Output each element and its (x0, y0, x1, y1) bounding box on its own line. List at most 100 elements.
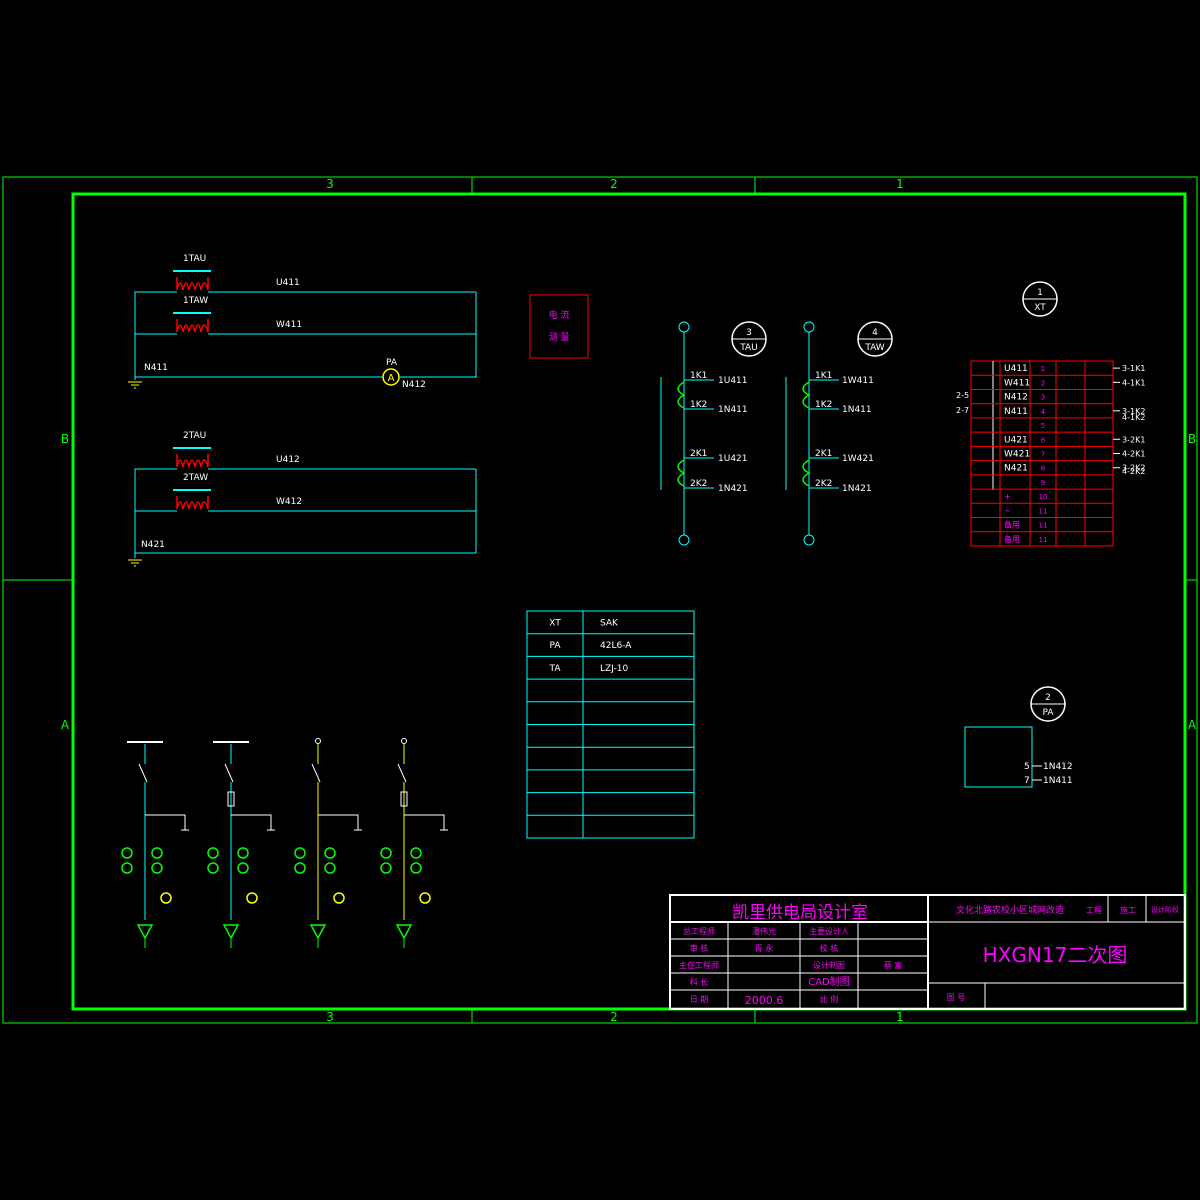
col-label-2-bottom: 2 (610, 1010, 618, 1024)
taw-bubble-name: TAW (864, 343, 884, 353)
col-label-3-top: 3 (326, 177, 334, 191)
ct-coil-1taw (176, 319, 209, 333)
xt-row-wire: N411 (1004, 407, 1028, 417)
tau-wire-1u411: 1U411 (718, 376, 748, 386)
stage-note: 设计阶段 (1151, 905, 1179, 914)
col-label-1-bottom: 1 (896, 1010, 904, 1024)
title-row-label-left: 科 长 (690, 977, 709, 987)
measure-box (529, 294, 589, 359)
ammeter-symbol: A (388, 373, 395, 384)
tau-bubble-name: TAU (739, 343, 758, 353)
tau-wire-1u421: 1U421 (718, 454, 748, 464)
meter-label-pa: PA (386, 358, 398, 368)
wire-label-n412: N412 (402, 380, 426, 390)
xt-row-num: 11 (1039, 507, 1048, 515)
xt-row-num: 8 (1041, 465, 1045, 473)
xt-row-num: 6 (1041, 436, 1046, 444)
col-label-1-top: 1 (896, 177, 904, 191)
tau-term-2k1: 2K1 (690, 449, 707, 459)
circuit-2: 2TAU 2TAW U412 W412 N421 (128, 431, 477, 567)
tau-term-1k2: 1K2 (690, 400, 707, 410)
xt-row-num: 11 (1039, 522, 1048, 530)
xt-left-ref-2: 2-7 (956, 406, 969, 415)
taw-bubble-num: 4 (872, 328, 878, 338)
device-table-code: XT (549, 618, 561, 628)
title-row-label-left: 日 期 (690, 995, 709, 1004)
tau-term-1k1: 1K1 (690, 371, 707, 381)
terminal-block: U411 1 3-1K1W411 2 4-1K1N412 3N411 4 3-1K25U421… (970, 360, 1145, 547)
company-name: 凯里供电局设计室 (732, 903, 868, 923)
tau-wire-1n411: 1N411 (718, 405, 748, 415)
xt-row-out: 3-1K1 (1122, 364, 1145, 373)
drawing-no-label: 图 号 (947, 993, 966, 1002)
title-row-label-right: CAD制图 (808, 975, 850, 988)
tau-wire-1n421: 1N421 (718, 484, 748, 494)
xt-row-out: 4-1K1 (1122, 378, 1145, 387)
measure-box-line1: 电 流 (549, 309, 570, 321)
taw-term-1k2: 1K2 (815, 400, 832, 410)
taw-wire-1n411: 1N411 (842, 405, 872, 415)
pa-term-5: 5 (1024, 762, 1030, 772)
title-row-value-left: 潘伟光 (752, 926, 776, 936)
tau-device: 3 TAU 1K1 1K2 2K1 2K2 1U411 1N411 1U421 … (660, 321, 767, 546)
project-name: 文化北路农校小区城网改造 (956, 904, 1064, 916)
circuit-1: A 1TAU 1TAW U411 W411 N411 PA N412 (128, 254, 477, 390)
feeder-4 (380, 738, 448, 948)
device-table-model: SAK (600, 618, 619, 628)
xt-row-wire: U421 (1004, 435, 1028, 445)
pa-term-7: 7 (1024, 776, 1030, 786)
xt-row-wire: N412 (1004, 393, 1028, 403)
tau-term-2k2: 2K2 (690, 479, 707, 489)
title-row-label-right: 主要设计人 (809, 926, 849, 936)
title-row-value-right: 蔡 富 (884, 960, 903, 970)
xt-row-num: 9 (1041, 479, 1045, 487)
xt-row-wire: 备用 (1004, 534, 1020, 544)
xt-row-wire: W411 (1004, 378, 1030, 388)
device-table: XT SAK PA 42L6-A TA LZJ-10 (526, 610, 695, 839)
xt-row-wire: 备用 (1004, 520, 1020, 530)
wire-label-n421: N421 (141, 540, 165, 550)
title-row-label-left: 审 核 (690, 943, 709, 953)
title-row-value-left: 胥 永 (755, 943, 774, 953)
tau-bubble-num: 3 (746, 328, 752, 338)
ct-label-1tau: 1TAU (183, 254, 206, 264)
taw-device: 4 TAW 1K1 1K2 2K1 2K2 1W411 1N411 1W421 … (785, 321, 893, 546)
drawing-canvas: 3 2 1 3 2 1 B A B A A 1TAU 1TAW U411 W41… (2, 176, 1198, 1024)
xt-row-wire: U411 (1004, 364, 1028, 374)
title-block: 凯里供电局设计室 文化北路农校小区城网改造 工程 施工 设计阶段 HXGN17二… (669, 894, 1186, 1010)
title-row-label-right: 比 例 (820, 994, 839, 1004)
title-row-label-left: 主任工程师 (679, 960, 719, 970)
xt-row-num: 7 (1041, 451, 1045, 459)
ct-coil-2taw (176, 496, 209, 510)
xt-bubble-name: XT (1034, 303, 1046, 313)
xt-row-num: 5 (1041, 422, 1045, 430)
title-row-label-right: 校 核 (820, 943, 839, 953)
xt-row-num: 3 (1041, 394, 1045, 402)
ct-coil-2tau (176, 454, 209, 468)
xt-row-num: 10 (1039, 493, 1048, 501)
xt-row-out: 3-2K1 (1122, 435, 1145, 444)
taw-term-2k2: 2K2 (815, 479, 832, 489)
xt-row-wire: + (1004, 492, 1011, 501)
ct-coil-1tau (176, 277, 209, 291)
taw-term-2k1: 2K1 (815, 449, 832, 459)
feeder-3 (294, 738, 362, 948)
device-table-model: 42L6-A (600, 641, 632, 651)
inner-frame (71, 192, 1187, 1011)
pa-bubble-num: 2 (1045, 693, 1051, 703)
xt-left-ref-1: 2-5 (956, 391, 969, 400)
taw-wire-1w411: 1W411 (842, 376, 874, 386)
wire-label-n411: N411 (144, 363, 168, 373)
xt-row-num: 1 (1041, 365, 1045, 373)
title-row-label-left: 总工程师 (683, 926, 715, 936)
ct-label-2tau: 2TAU (183, 431, 206, 441)
ct-label-2taw: 2TAW (183, 473, 208, 483)
taw-term-1k1: 1K1 (815, 371, 832, 381)
pa-box (964, 726, 1033, 788)
title-row-value-left: 2000.6 (745, 994, 784, 1007)
feeder-group (121, 738, 448, 948)
col-label-2-top: 2 (610, 177, 618, 191)
wire-label-u412: U412 (276, 455, 300, 465)
drawing-title: HXGN17二次图 (983, 943, 1128, 967)
wire-label-w412: W412 (276, 497, 302, 507)
